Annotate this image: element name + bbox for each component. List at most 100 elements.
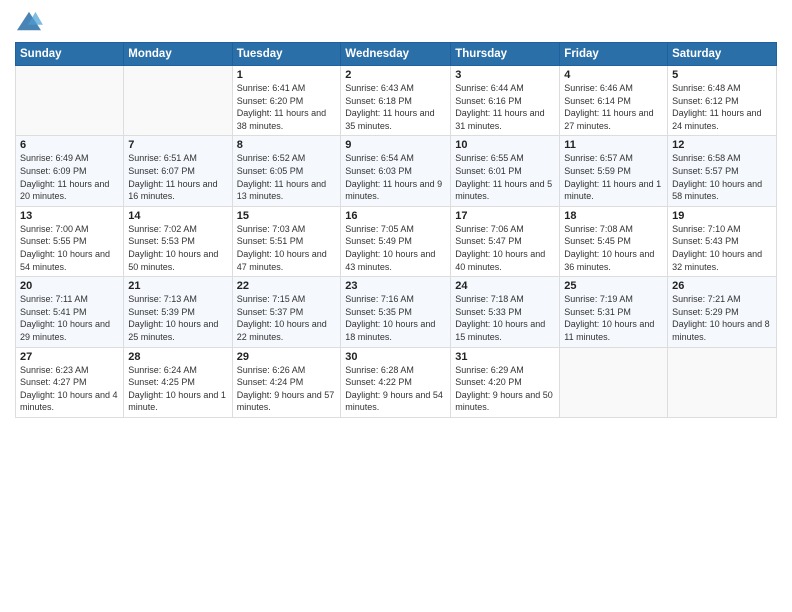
calendar-cell: 21Sunrise: 7:13 AMSunset: 5:39 PMDayligh… [124, 277, 232, 347]
day-info: Sunrise: 7:16 AMSunset: 5:35 PMDaylight:… [345, 293, 446, 343]
day-number: 21 [128, 280, 227, 292]
day-info: Sunrise: 6:29 AMSunset: 4:20 PMDaylight:… [455, 364, 555, 414]
day-info: Sunrise: 7:21 AMSunset: 5:29 PMDaylight:… [672, 293, 772, 343]
day-number: 7 [128, 139, 227, 151]
day-number: 18 [564, 210, 663, 222]
calendar-table: SundayMondayTuesdayWednesdayThursdayFrid… [15, 42, 777, 418]
day-info: Sunrise: 6:23 AMSunset: 4:27 PMDaylight:… [20, 364, 119, 414]
calendar-cell: 5Sunrise: 6:48 AMSunset: 6:12 PMDaylight… [668, 66, 777, 136]
weekday-header-row: SundayMondayTuesdayWednesdayThursdayFrid… [16, 43, 777, 66]
week-row-5: 27Sunrise: 6:23 AMSunset: 4:27 PMDayligh… [16, 347, 777, 417]
day-number: 14 [128, 210, 227, 222]
day-info: Sunrise: 6:48 AMSunset: 6:12 PMDaylight:… [672, 82, 772, 132]
day-number: 15 [237, 210, 337, 222]
calendar-cell: 28Sunrise: 6:24 AMSunset: 4:25 PMDayligh… [124, 347, 232, 417]
weekday-header-tuesday: Tuesday [232, 43, 341, 66]
calendar-cell: 31Sunrise: 6:29 AMSunset: 4:20 PMDayligh… [451, 347, 560, 417]
calendar-cell: 16Sunrise: 7:05 AMSunset: 5:49 PMDayligh… [341, 206, 451, 276]
calendar-cell: 1Sunrise: 6:41 AMSunset: 6:20 PMDaylight… [232, 66, 341, 136]
day-number: 25 [564, 280, 663, 292]
calendar-cell: 9Sunrise: 6:54 AMSunset: 6:03 PMDaylight… [341, 136, 451, 206]
day-number: 26 [672, 280, 772, 292]
day-info: Sunrise: 6:46 AMSunset: 6:14 PMDaylight:… [564, 82, 663, 132]
day-info: Sunrise: 7:05 AMSunset: 5:49 PMDaylight:… [345, 223, 446, 273]
day-number: 27 [20, 351, 119, 363]
day-info: Sunrise: 7:02 AMSunset: 5:53 PMDaylight:… [128, 223, 227, 273]
day-info: Sunrise: 6:55 AMSunset: 6:01 PMDaylight:… [455, 152, 555, 202]
calendar-cell: 19Sunrise: 7:10 AMSunset: 5:43 PMDayligh… [668, 206, 777, 276]
logo-icon [15, 10, 43, 34]
day-info: Sunrise: 6:49 AMSunset: 6:09 PMDaylight:… [20, 152, 119, 202]
day-info: Sunrise: 6:26 AMSunset: 4:24 PMDaylight:… [237, 364, 337, 414]
calendar-cell: 11Sunrise: 6:57 AMSunset: 5:59 PMDayligh… [560, 136, 668, 206]
day-info: Sunrise: 6:51 AMSunset: 6:07 PMDaylight:… [128, 152, 227, 202]
calendar-cell: 25Sunrise: 7:19 AMSunset: 5:31 PMDayligh… [560, 277, 668, 347]
calendar-cell [560, 347, 668, 417]
day-number: 20 [20, 280, 119, 292]
day-info: Sunrise: 6:54 AMSunset: 6:03 PMDaylight:… [345, 152, 446, 202]
day-number: 28 [128, 351, 227, 363]
calendar-cell: 23Sunrise: 7:16 AMSunset: 5:35 PMDayligh… [341, 277, 451, 347]
day-number: 30 [345, 351, 446, 363]
calendar-cell: 27Sunrise: 6:23 AMSunset: 4:27 PMDayligh… [16, 347, 124, 417]
day-info: Sunrise: 7:19 AMSunset: 5:31 PMDaylight:… [564, 293, 663, 343]
day-number: 22 [237, 280, 337, 292]
day-info: Sunrise: 7:03 AMSunset: 5:51 PMDaylight:… [237, 223, 337, 273]
weekday-header-sunday: Sunday [16, 43, 124, 66]
calendar-cell: 15Sunrise: 7:03 AMSunset: 5:51 PMDayligh… [232, 206, 341, 276]
calendar-cell: 3Sunrise: 6:44 AMSunset: 6:16 PMDaylight… [451, 66, 560, 136]
day-number: 10 [455, 139, 555, 151]
day-info: Sunrise: 6:41 AMSunset: 6:20 PMDaylight:… [237, 82, 337, 132]
day-info: Sunrise: 6:44 AMSunset: 6:16 PMDaylight:… [455, 82, 555, 132]
day-info: Sunrise: 7:11 AMSunset: 5:41 PMDaylight:… [20, 293, 119, 343]
calendar-cell: 24Sunrise: 7:18 AMSunset: 5:33 PMDayligh… [451, 277, 560, 347]
weekday-header-wednesday: Wednesday [341, 43, 451, 66]
day-number: 31 [455, 351, 555, 363]
week-row-3: 13Sunrise: 7:00 AMSunset: 5:55 PMDayligh… [16, 206, 777, 276]
day-number: 24 [455, 280, 555, 292]
day-info: Sunrise: 6:58 AMSunset: 5:57 PMDaylight:… [672, 152, 772, 202]
weekday-header-saturday: Saturday [668, 43, 777, 66]
day-number: 5 [672, 69, 772, 81]
calendar-cell: 13Sunrise: 7:00 AMSunset: 5:55 PMDayligh… [16, 206, 124, 276]
day-info: Sunrise: 7:15 AMSunset: 5:37 PMDaylight:… [237, 293, 337, 343]
calendar-cell [124, 66, 232, 136]
calendar-cell: 2Sunrise: 6:43 AMSunset: 6:18 PMDaylight… [341, 66, 451, 136]
page-container: SundayMondayTuesdayWednesdayThursdayFrid… [0, 0, 792, 428]
week-row-1: 1Sunrise: 6:41 AMSunset: 6:20 PMDaylight… [16, 66, 777, 136]
calendar-cell [668, 347, 777, 417]
calendar-cell: 6Sunrise: 6:49 AMSunset: 6:09 PMDaylight… [16, 136, 124, 206]
day-number: 1 [237, 69, 337, 81]
day-info: Sunrise: 6:43 AMSunset: 6:18 PMDaylight:… [345, 82, 446, 132]
calendar-cell: 12Sunrise: 6:58 AMSunset: 5:57 PMDayligh… [668, 136, 777, 206]
calendar-cell: 22Sunrise: 7:15 AMSunset: 5:37 PMDayligh… [232, 277, 341, 347]
day-number: 3 [455, 69, 555, 81]
weekday-header-friday: Friday [560, 43, 668, 66]
day-number: 4 [564, 69, 663, 81]
calendar-cell: 4Sunrise: 6:46 AMSunset: 6:14 PMDaylight… [560, 66, 668, 136]
calendar-cell: 10Sunrise: 6:55 AMSunset: 6:01 PMDayligh… [451, 136, 560, 206]
day-info: Sunrise: 6:57 AMSunset: 5:59 PMDaylight:… [564, 152, 663, 202]
day-number: 12 [672, 139, 772, 151]
day-number: 13 [20, 210, 119, 222]
day-number: 9 [345, 139, 446, 151]
day-info: Sunrise: 7:10 AMSunset: 5:43 PMDaylight:… [672, 223, 772, 273]
day-info: Sunrise: 7:08 AMSunset: 5:45 PMDaylight:… [564, 223, 663, 273]
day-info: Sunrise: 7:13 AMSunset: 5:39 PMDaylight:… [128, 293, 227, 343]
week-row-2: 6Sunrise: 6:49 AMSunset: 6:09 PMDaylight… [16, 136, 777, 206]
calendar-cell [16, 66, 124, 136]
week-row-4: 20Sunrise: 7:11 AMSunset: 5:41 PMDayligh… [16, 277, 777, 347]
calendar-cell: 20Sunrise: 7:11 AMSunset: 5:41 PMDayligh… [16, 277, 124, 347]
day-number: 29 [237, 351, 337, 363]
calendar-cell: 8Sunrise: 6:52 AMSunset: 6:05 PMDaylight… [232, 136, 341, 206]
weekday-header-thursday: Thursday [451, 43, 560, 66]
calendar-cell: 29Sunrise: 6:26 AMSunset: 4:24 PMDayligh… [232, 347, 341, 417]
day-info: Sunrise: 6:52 AMSunset: 6:05 PMDaylight:… [237, 152, 337, 202]
calendar-cell: 17Sunrise: 7:06 AMSunset: 5:47 PMDayligh… [451, 206, 560, 276]
day-number: 17 [455, 210, 555, 222]
day-info: Sunrise: 6:28 AMSunset: 4:22 PMDaylight:… [345, 364, 446, 414]
day-number: 23 [345, 280, 446, 292]
day-info: Sunrise: 7:18 AMSunset: 5:33 PMDaylight:… [455, 293, 555, 343]
calendar-cell: 18Sunrise: 7:08 AMSunset: 5:45 PMDayligh… [560, 206, 668, 276]
day-number: 6 [20, 139, 119, 151]
